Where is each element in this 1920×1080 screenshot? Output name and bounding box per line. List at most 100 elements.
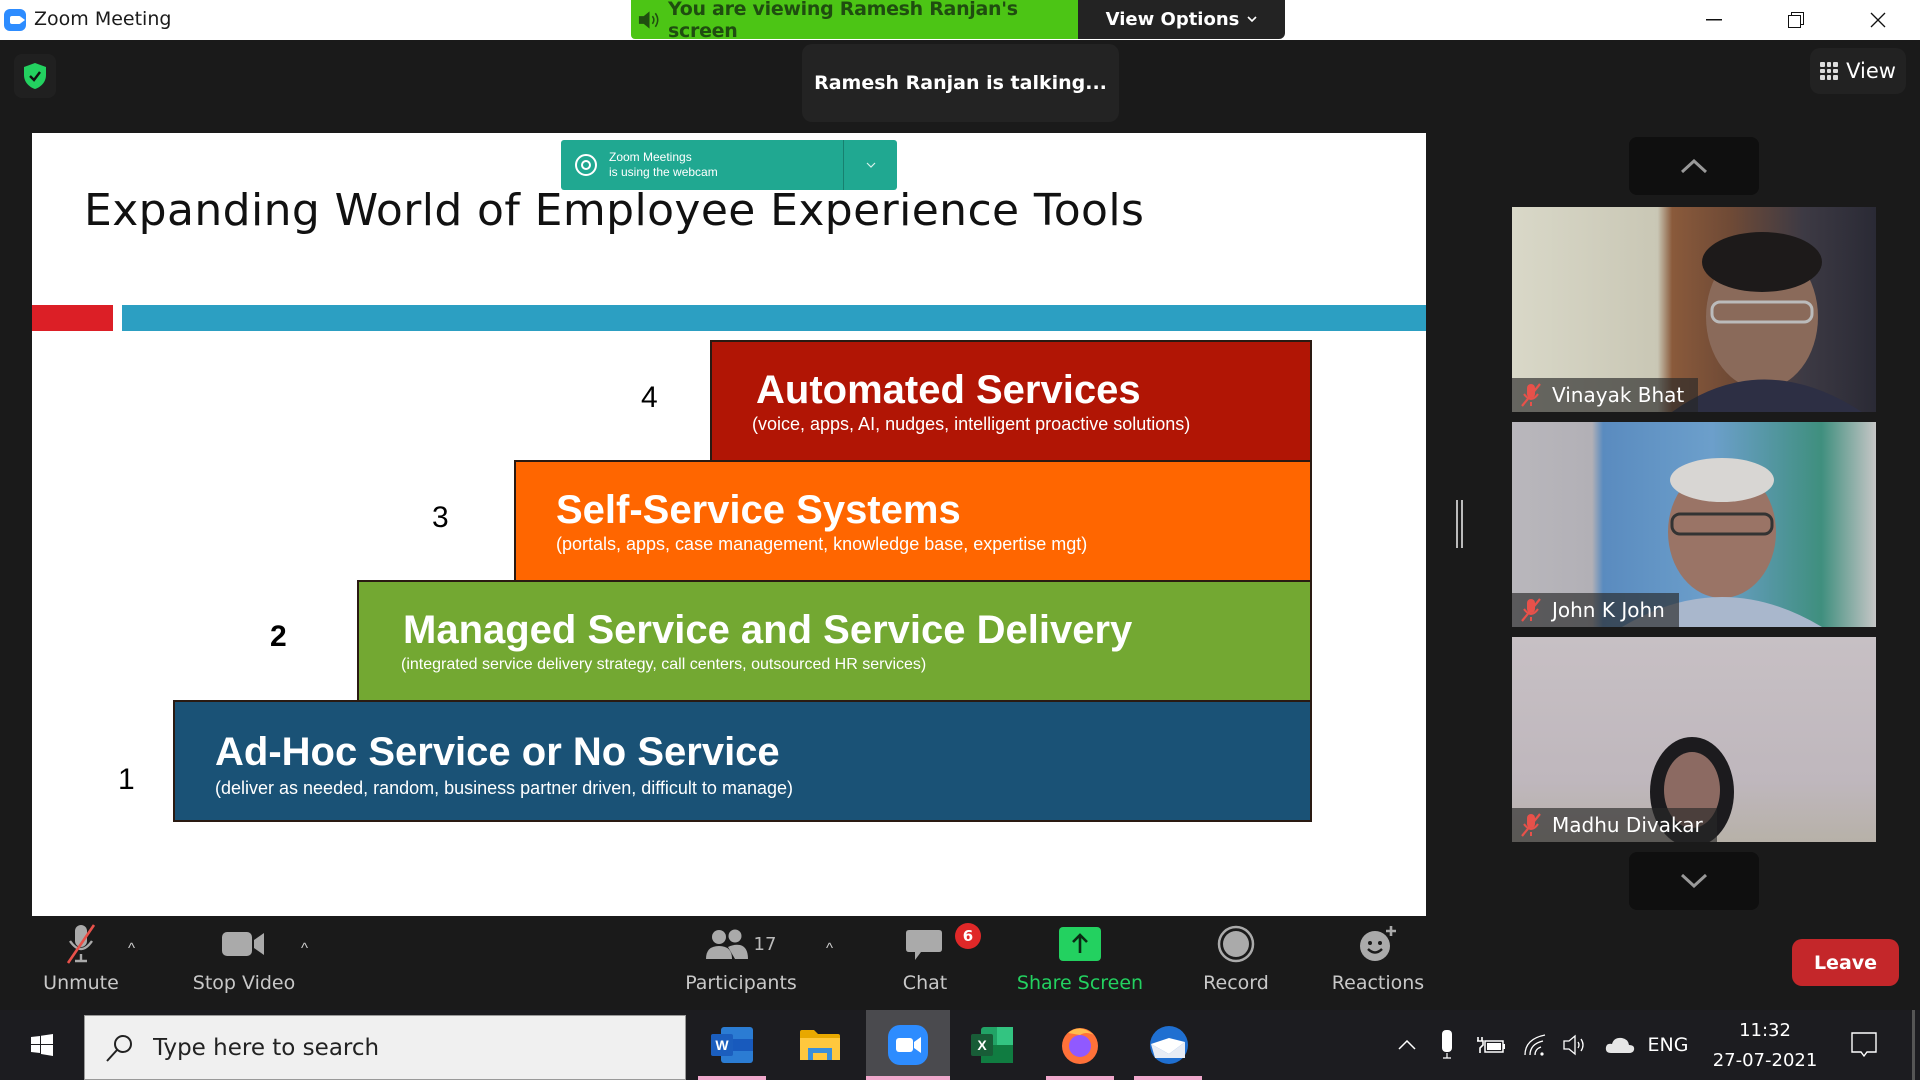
- mic-muted-icon: [66, 924, 96, 964]
- taskbar-search-box[interactable]: [84, 1015, 686, 1080]
- action-center-button[interactable]: [1844, 1010, 1884, 1080]
- participant-video-tile[interactable]: John K John: [1512, 422, 1876, 627]
- participants-count: 17: [753, 933, 777, 955]
- audio-options-caret[interactable]: ^: [128, 940, 135, 957]
- step-self-service-systems: Self-Service Systems (portals, apps, cas…: [514, 460, 1312, 582]
- share-screen-button[interactable]: Share Screen: [1010, 916, 1150, 1010]
- microphone-icon: [1442, 1030, 1452, 1059]
- taskbar-firefox[interactable]: [1040, 1010, 1120, 1080]
- participant-name-label: John K John: [1512, 593, 1679, 627]
- speaker-icon: [638, 10, 659, 29]
- step-number: 1: [118, 763, 135, 796]
- slide-accent-bar-teal: [122, 305, 1426, 331]
- participant-name: John K John: [1552, 598, 1665, 622]
- leave-meeting-button[interactable]: Leave: [1792, 939, 1899, 986]
- stop-video-label: Stop Video: [192, 972, 296, 994]
- participants-label: Participants: [685, 972, 797, 994]
- microphone-tray-icon[interactable]: [1434, 1010, 1460, 1080]
- mic-muted-icon: [1521, 813, 1541, 837]
- splitter-drag-handle[interactable]: [1454, 500, 1464, 548]
- step-ad-hoc-service: Ad-Hoc Service or No Service (deliver as…: [173, 700, 1312, 822]
- window-title: Zoom Meeting: [34, 8, 172, 30]
- video-options-caret[interactable]: ^: [301, 940, 308, 957]
- app-open-indicator: [866, 1076, 950, 1080]
- record-label: Record: [1203, 972, 1269, 994]
- webcam-icon: [575, 154, 597, 176]
- search-icon: [106, 1034, 132, 1062]
- gallery-scroll-down-button[interactable]: [1629, 852, 1759, 910]
- taskbar-clock[interactable]: 11:32 27-07-2021: [1690, 1016, 1840, 1076]
- restore-icon: [1788, 12, 1804, 28]
- restore-button[interactable]: [1756, 0, 1836, 40]
- app-open-indicator: [1046, 1076, 1114, 1080]
- show-desktop-button[interactable]: [1912, 1010, 1915, 1080]
- chat-button[interactable]: 6 Chat: [880, 916, 981, 1010]
- chevron-up-icon: [1398, 1040, 1416, 1050]
- app-open-indicator: [1134, 1076, 1202, 1080]
- participant-video-tile[interactable]: Vinayak Bhat: [1512, 207, 1876, 412]
- app-open-indicator: [698, 1076, 766, 1080]
- onedrive-tray-icon[interactable]: [1602, 1010, 1638, 1080]
- step-subtitle: (deliver as needed, random, business par…: [215, 778, 793, 798]
- windows-taskbar: W X ENG 11:32 27-07-2021: [0, 1010, 1920, 1080]
- taskbar-word[interactable]: W: [692, 1010, 772, 1080]
- meeting-toolbar: Unmute ^ Stop Video ^ 17 Participants ^ …: [0, 916, 1920, 1010]
- grid-icon: [1820, 62, 1839, 80]
- taskbar-zoom[interactable]: [866, 1010, 950, 1080]
- taskbar-thunderbird[interactable]: [1128, 1010, 1208, 1080]
- chat-label: Chat: [902, 972, 948, 994]
- network-tray-icon[interactable]: [1520, 1010, 1552, 1080]
- view-layout-button[interactable]: View: [1810, 48, 1906, 94]
- input-language-indicator[interactable]: ENG: [1646, 1010, 1690, 1080]
- view-options-label: View Options: [1105, 9, 1240, 30]
- webcam-notice-line1: Zoom Meetings: [609, 150, 692, 164]
- file-explorer-icon: [800, 1030, 840, 1060]
- chat-unread-badge: 6: [955, 923, 981, 949]
- step-subtitle: (integrated service delivery strategy, c…: [401, 656, 927, 673]
- battery-tray-icon[interactable]: [1474, 1010, 1508, 1080]
- share-screen-arrow-icon: [1059, 927, 1101, 961]
- excel-icon: X: [971, 1027, 1013, 1063]
- stop-video-button[interactable]: Stop Video: [184, 916, 304, 1010]
- mic-muted-icon: [1521, 383, 1541, 407]
- step-subtitle: (portals, apps, case management, knowled…: [556, 534, 1088, 554]
- participant-name-label: Vinayak Bhat: [1512, 378, 1699, 412]
- participant-video-tile[interactable]: Madhu Divakar: [1512, 637, 1876, 842]
- step-heading: Self-Service Systems: [556, 488, 961, 532]
- shield-check-icon: [24, 63, 46, 89]
- webcam-notice-expand[interactable]: [843, 140, 897, 190]
- reactions-button[interactable]: Reactions: [1325, 916, 1431, 1010]
- gallery-scroll-up-button[interactable]: [1629, 137, 1759, 195]
- clock-time: 11:32: [1739, 1020, 1791, 1041]
- start-button[interactable]: [0, 1010, 84, 1080]
- close-button[interactable]: [1838, 0, 1918, 40]
- meeting-security-button[interactable]: [14, 54, 56, 98]
- view-options-button[interactable]: View Options: [1078, 0, 1285, 39]
- thunderbird-icon: [1150, 1026, 1188, 1064]
- minimize-button[interactable]: [1674, 0, 1754, 40]
- show-hidden-icons-button[interactable]: [1392, 1010, 1422, 1080]
- minimize-icon: [1706, 19, 1722, 21]
- participant-name: Vinayak Bhat: [1552, 383, 1685, 407]
- step-heading: Ad-Hoc Service or No Service: [215, 730, 780, 774]
- reactions-label: Reactions: [1331, 972, 1425, 994]
- slide-accent-bar-red: [32, 305, 113, 331]
- step-subtitle: (voice, apps, AI, nudges, intelligent pr…: [752, 414, 1191, 434]
- svg-text:W: W: [715, 1037, 729, 1053]
- zoom-app-icon: [4, 9, 26, 31]
- participants-options-caret[interactable]: ^: [826, 940, 833, 957]
- taskbar-excel[interactable]: X: [952, 1010, 1032, 1080]
- taskbar-search-input[interactable]: [153, 1034, 633, 1061]
- taskbar-file-explorer[interactable]: [780, 1010, 860, 1080]
- record-button[interactable]: Record: [1190, 916, 1282, 1010]
- share-screen-label: Share Screen: [1016, 972, 1144, 994]
- volume-tray-icon[interactable]: [1560, 1010, 1592, 1080]
- unmute-button[interactable]: Unmute: [30, 916, 132, 1010]
- participants-button[interactable]: 17 Participants: [680, 916, 802, 1010]
- participant-name-label: Madhu Divakar: [1512, 808, 1717, 842]
- webcam-in-use-notification[interactable]: Zoom Meetings is using the webcam: [561, 140, 897, 190]
- step-automated-services: Automated Services (voice, apps, AI, nud…: [710, 340, 1312, 462]
- shared-screen-slide: Expanding World of Employee Experience T…: [32, 133, 1426, 916]
- step-number: 2: [270, 620, 287, 653]
- step-number: 3: [432, 501, 449, 534]
